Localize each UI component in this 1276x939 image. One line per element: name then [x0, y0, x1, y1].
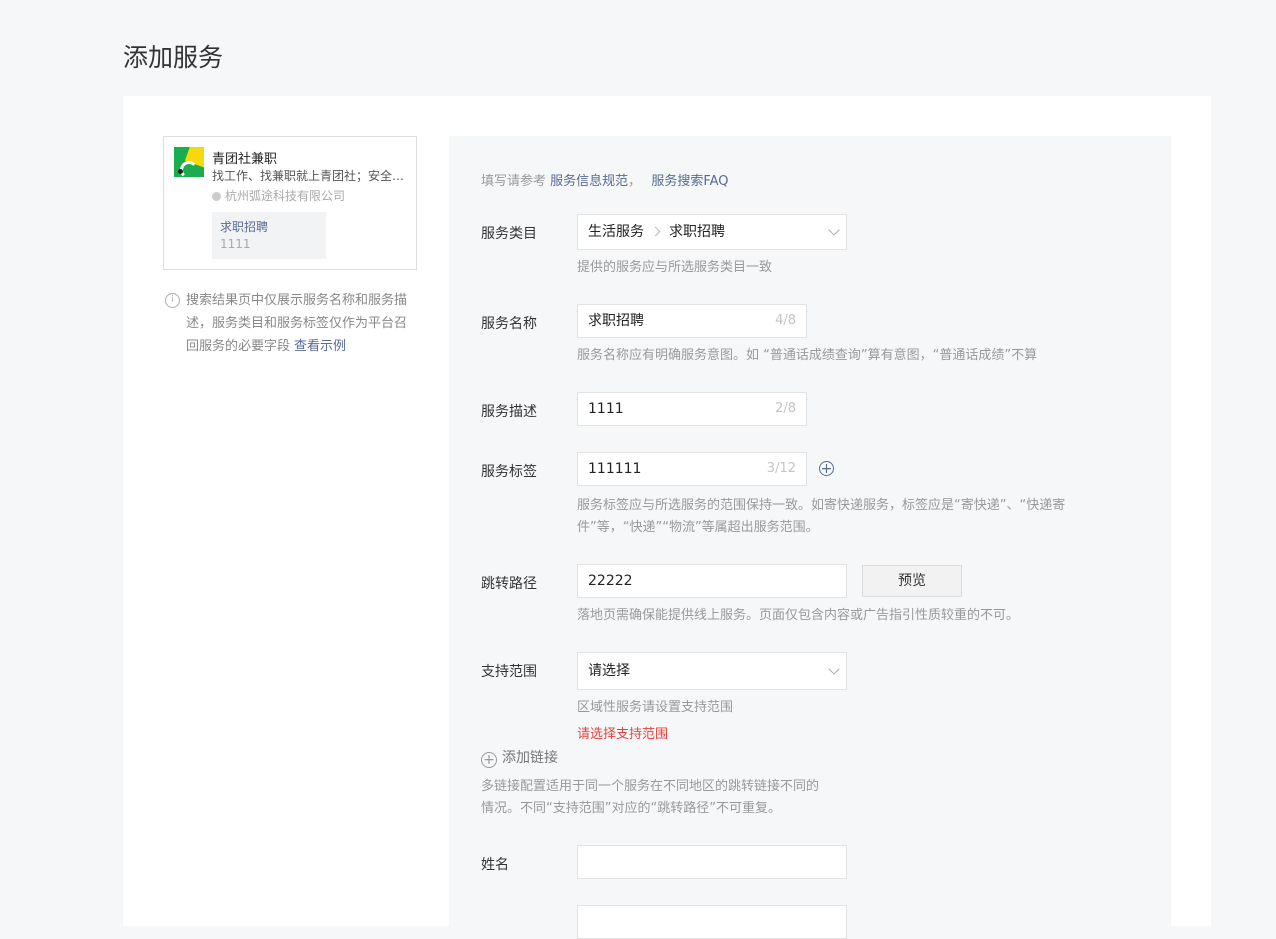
scope-hint: 区域性服务请设置支持范围	[577, 700, 734, 715]
person-name-input[interactable]	[577, 845, 847, 879]
description-label: 服务描述	[481, 404, 537, 420]
info-icon: i	[165, 293, 180, 308]
category-level1: 生活服务	[588, 224, 644, 240]
multi-link-hint-line1: 多链接配置适用于同一个服务在不同地区的跳转链接不同的	[481, 779, 820, 794]
multi-link-hint-line2: 情况。不同“支持范围”对应的“跳转路径”不可重复。	[481, 801, 781, 816]
verified-icon	[212, 192, 221, 201]
jump-path-value: 22222	[588, 573, 633, 589]
main-card: 青团社兼职 找工作、找兼职就上青团社；安全可靠 杭州弧途科技有限公司 求职招聘 …	[123, 96, 1211, 939]
chevron-down-icon	[828, 224, 840, 236]
tags-label: 服务标签	[481, 464, 537, 480]
search-result-preview: 青团社兼职 找工作、找兼职就上青团社；安全可靠 杭州弧途科技有限公司 求职招聘 …	[163, 136, 417, 270]
preview-service-name: 青团社兼职	[212, 152, 278, 167]
service-name-value: 求职招聘	[588, 313, 644, 329]
preview-tip: i 搜索结果页中仅展示服务名称和服务描述，服务类目和服务标签仅作为平台召回服务的…	[165, 289, 415, 358]
service-name-counter: 4/8	[775, 313, 796, 328]
scope-label: 支持范围	[481, 664, 537, 680]
service-tag-input[interactable]: 111111 3/12	[577, 452, 807, 486]
preview-tag-value: 1111	[220, 237, 251, 251]
service-description-counter: 2/8	[775, 401, 796, 416]
service-spec-link[interactable]: 服务信息规范	[550, 174, 628, 189]
reference-line: 填写请参考 服务信息规范， 服务搜索FAQ	[481, 170, 729, 189]
tags-hint-line2: 件”等，“快递”“物流”等属超出服务范围。	[577, 520, 819, 535]
preview-button[interactable]: 预览	[862, 565, 962, 597]
path-hint: 落地页需确保能提供线上服务。页面仅包含内容或广告指引性质较重的不可。	[577, 608, 1020, 623]
preview-company-name: 杭州弧途科技有限公司	[225, 189, 346, 203]
service-form: 填写请参考 服务信息规范， 服务搜索FAQ 服务类目 生活服务 求职招聘 提供的服…	[449, 136, 1171, 939]
tags-hint-line1: 服务标签应与所选服务的范围保持一致。如寄快递服务，标签应是“寄快递”、“快递寄	[577, 498, 1066, 513]
jump-path-input[interactable]: 22222	[577, 564, 847, 598]
multi-link-hint: 多链接配置适用于同一个服务在不同地区的跳转链接不同的 情况。不同“支持范围”对应…	[481, 776, 861, 820]
plus-circle-icon: +	[481, 752, 497, 768]
chevron-right-icon	[650, 226, 661, 237]
scope-placeholder: 请选择	[588, 663, 630, 679]
person-name-label: 姓名	[481, 857, 509, 873]
path-label: 跳转路径	[481, 576, 537, 592]
service-logo	[174, 147, 204, 177]
category-level2: 求职招聘	[669, 224, 725, 240]
service-tag-value: 111111	[588, 461, 642, 477]
view-example-link[interactable]: 查看示例	[294, 339, 346, 354]
preview-service-description: 找工作、找兼职就上青团社；安全可靠	[212, 169, 407, 183]
preview-company: 杭州弧途科技有限公司	[212, 187, 345, 204]
reference-prefix: 填写请参考	[481, 174, 547, 189]
add-link-label: 添加链接	[502, 750, 558, 766]
service-tag-counter: 3/12	[766, 461, 796, 476]
preview-service-tag: 求职招聘 1111	[212, 212, 326, 259]
preview-tag-label: 求职招聘	[220, 220, 269, 234]
add-link-button[interactable]: + 添加链接	[481, 747, 558, 768]
service-description-input[interactable]: 1111 2/8	[577, 392, 807, 426]
next-field-input[interactable]	[577, 905, 847, 939]
chevron-down-icon	[828, 663, 840, 675]
category-hint: 提供的服务应与所选服务类目一致	[577, 260, 773, 275]
scope-select[interactable]: 请选择	[577, 652, 847, 690]
category-label: 服务类目	[481, 226, 537, 242]
search-faq-link[interactable]: 服务搜索FAQ	[651, 174, 728, 189]
service-description-value: 1111	[588, 401, 624, 417]
name-hint: 服务名称应有明确服务意图。如 “普通话成绩查询”算有意图，“普通话成绩”不算	[577, 348, 1038, 363]
category-select[interactable]: 生活服务 求职招聘	[577, 214, 847, 250]
service-name-input[interactable]: 求职招聘 4/8	[577, 304, 807, 338]
page-title: 添加服务	[123, 43, 224, 72]
reference-comma: ，	[628, 174, 642, 189]
name-label: 服务名称	[481, 316, 537, 332]
scope-error: 请选择支持范围	[577, 727, 669, 742]
add-tag-plus-icon[interactable]: +	[819, 461, 834, 476]
